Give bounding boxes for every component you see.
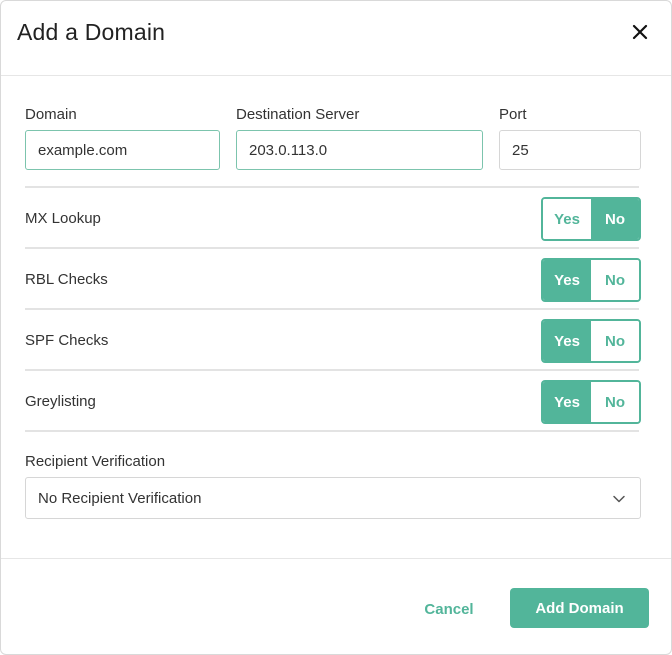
- recipient-verification-value: No Recipient Verification: [38, 490, 202, 507]
- port-label: Port: [499, 106, 527, 123]
- rbl-checks-label: RBL Checks: [25, 271, 108, 288]
- mx-lookup-yes-option[interactable]: Yes: [543, 199, 591, 239]
- divider: [25, 308, 639, 310]
- chevron-down-icon: [612, 492, 626, 506]
- dialog-title: Add a Domain: [17, 19, 166, 45]
- add-domain-button[interactable]: Add Domain: [510, 588, 649, 628]
- rbl-checks-toggle: Yes No: [541, 258, 641, 302]
- spf-checks-label: SPF Checks: [25, 332, 109, 349]
- add-domain-dialog: Add a Domain Domain Destination Server P…: [0, 0, 672, 655]
- spf-checks-yes-option[interactable]: Yes: [543, 321, 591, 361]
- recipient-verification-label: Recipient Verification: [25, 453, 166, 470]
- divider: [25, 369, 639, 371]
- close-icon[interactable]: [629, 21, 651, 43]
- spf-checks-no-option[interactable]: No: [591, 321, 639, 361]
- recipient-verification-select[interactable]: No Recipient Verification: [25, 477, 641, 519]
- cancel-button[interactable]: Cancel: [413, 591, 485, 627]
- port-input[interactable]: [499, 130, 641, 170]
- greylisting-toggle: Yes No: [541, 380, 641, 424]
- greylisting-no-option[interactable]: No: [591, 382, 639, 422]
- divider: [25, 430, 639, 432]
- dialog-header: Add a Domain: [1, 1, 671, 76]
- destination-server-label: Destination Server: [236, 106, 360, 123]
- mx-lookup-no-option[interactable]: No: [591, 199, 639, 239]
- spf-checks-toggle: Yes No: [541, 319, 641, 363]
- domain-input[interactable]: [25, 130, 220, 170]
- divider: [25, 186, 639, 188]
- footer-divider: [1, 558, 671, 559]
- divider: [25, 247, 639, 249]
- rbl-checks-yes-option[interactable]: Yes: [543, 260, 591, 300]
- mx-lookup-toggle: Yes No: [541, 197, 641, 241]
- domain-label: Domain: [25, 106, 77, 123]
- greylisting-label: Greylisting: [25, 393, 96, 410]
- mx-lookup-label: MX Lookup: [25, 210, 101, 227]
- greylisting-yes-option[interactable]: Yes: [543, 382, 591, 422]
- destination-server-input[interactable]: [236, 130, 483, 170]
- rbl-checks-no-option[interactable]: No: [591, 260, 639, 300]
